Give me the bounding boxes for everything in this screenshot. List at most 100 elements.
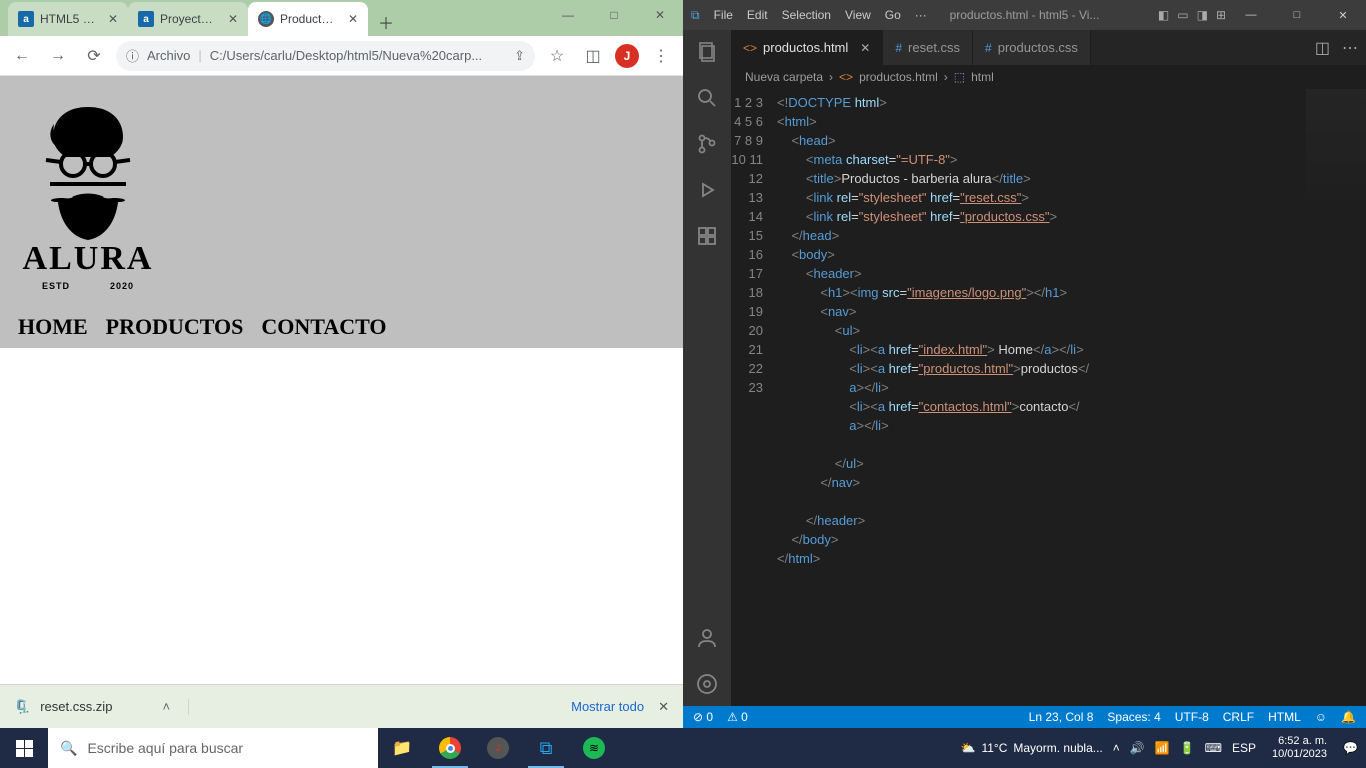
tab-title: Productos - b — [280, 12, 338, 26]
status-spaces[interactable]: Spaces: 4 — [1107, 710, 1160, 724]
file-explorer-icon[interactable]: 📁 — [378, 728, 426, 768]
reload-button[interactable]: ⟳ — [80, 42, 108, 70]
url-prefix: Archivo — [147, 48, 190, 63]
bell-icon[interactable]: 🔔 — [1341, 710, 1356, 724]
status-errors[interactable]: ⊘ 0 — [693, 710, 713, 724]
tab-label: productos.html — [763, 40, 848, 55]
close-downloads-button[interactable]: ✕ — [658, 699, 669, 715]
breadcrumb-folder: Nueva carpeta — [745, 70, 823, 84]
explorer-icon[interactable] — [695, 40, 719, 64]
vscode-app-icon[interactable]: ⧉ — [522, 728, 570, 768]
vscode-icon: ⧉ — [691, 8, 700, 23]
close-icon[interactable]: ✕ — [348, 12, 358, 26]
download-chip[interactable]: 🗜️ reset.css.zip ˄ — [14, 699, 189, 715]
close-button[interactable]: ✕ — [637, 0, 683, 30]
chrome-tabs: a HTML5 y CSS ✕ a Proyecto | HT ✕ 🌐 Prod… — [0, 2, 400, 36]
split-icon[interactable]: ◫ — [1315, 38, 1330, 58]
code-lines[interactable]: <!DOCTYPE html> <html> <head> <meta char… — [777, 89, 1366, 706]
keyboard-icon[interactable]: ⌨ — [1205, 741, 1222, 755]
layout-icon[interactable]: ⊞ — [1216, 8, 1226, 22]
close-icon[interactable]: ✕ — [108, 12, 118, 26]
maximize-button[interactable]: □ — [591, 0, 637, 30]
status-warnings[interactable]: ⚠ 0 — [727, 710, 748, 724]
search-placeholder: Escribe aquí para buscar — [87, 740, 243, 756]
close-icon[interactable]: ✕ — [860, 41, 870, 55]
status-lncol[interactable]: Ln 23, Col 8 — [1029, 710, 1094, 724]
logo-subtitle: ESTD 2020 — [42, 282, 134, 291]
share-icon[interactable]: ⇪ — [514, 48, 525, 64]
editor-tab-reset[interactable]: # reset.css — [883, 30, 973, 65]
nav-productos[interactable]: PRODUCTOS — [106, 316, 244, 338]
menu-file[interactable]: File — [714, 8, 733, 22]
minimap[interactable] — [1306, 89, 1366, 209]
tab-3-active[interactable]: 🌐 Productos - b ✕ — [248, 2, 368, 36]
back-button[interactable]: ← — [8, 42, 36, 70]
minimize-button[interactable]: — — [545, 0, 591, 30]
tab-1[interactable]: a HTML5 y CSS ✕ — [8, 2, 128, 36]
chevron-up-icon[interactable]: ˄ — [162, 699, 170, 714]
wifi-icon[interactable]: 📶 — [1155, 741, 1170, 755]
tab-2[interactable]: a Proyecto | HT ✕ — [128, 2, 248, 36]
editor-tab-productoscss[interactable]: # productos.css — [973, 30, 1091, 65]
spotify-icon[interactable]: ≋ — [570, 728, 618, 768]
tab-label: reset.css — [908, 40, 960, 55]
maximize-button[interactable]: □ — [1274, 0, 1320, 30]
search-icon[interactable] — [695, 86, 719, 110]
editor-tab-productos[interactable]: <> productos.html ✕ — [731, 30, 883, 65]
nav-home[interactable]: HOME — [18, 316, 88, 338]
status-eol[interactable]: CRLF — [1223, 710, 1254, 724]
main-nav: HOME PRODUCTOS CONTACTO — [18, 306, 665, 344]
notifications-icon[interactable]: 💬 — [1343, 741, 1358, 755]
new-tab-button[interactable]: ＋ — [372, 8, 400, 36]
code-editor[interactable]: 1 2 3 4 5 6 7 8 9 10 11 12 13 14 15 16 1… — [731, 89, 1366, 706]
chrome-titlebar: a HTML5 y CSS ✕ a Proyecto | HT ✕ 🌐 Prod… — [0, 0, 683, 36]
menu-icon[interactable]: ⋮ — [647, 42, 675, 70]
close-icon[interactable]: ✕ — [228, 12, 238, 26]
menu-selection[interactable]: Selection — [782, 8, 831, 22]
tray-chevron-icon[interactable]: ˄ — [1113, 741, 1120, 755]
status-feedback[interactable]: ☺ — [1315, 710, 1327, 724]
nav-contacto[interactable]: CONTACTO — [261, 316, 386, 338]
more-icon[interactable]: ⋯ — [1342, 38, 1358, 58]
show-all-button[interactable]: Mostrar todo — [571, 699, 644, 714]
language-indicator[interactable]: ESP — [1232, 741, 1256, 755]
taskbar-search[interactable]: 🔍 Escribe aquí para buscar — [48, 728, 378, 768]
windows-taskbar: 🔍 Escribe aquí para buscar 📁 J ⧉ ≋ ⛅ 11°… — [0, 728, 1366, 768]
extensions-icon[interactable]: ◫ — [579, 42, 607, 70]
address-bar[interactable]: ⓘ Archivo | C:/Users/carlu/Desktop/html5… — [116, 41, 535, 71]
debug-icon[interactable] — [695, 178, 719, 202]
gear-icon[interactable] — [695, 672, 719, 696]
vscode-titlebar: ⧉ File Edit Selection View Go ··· produc… — [683, 0, 1366, 30]
volume-icon[interactable]: 🔊 — [1130, 741, 1145, 755]
chrome-canary-icon[interactable]: J — [474, 728, 522, 768]
chrome-app-icon[interactable] — [426, 728, 474, 768]
menu-edit[interactable]: Edit — [747, 8, 768, 22]
downloads-bar: 🗜️ reset.css.zip ˄ Mostrar todo ✕ — [0, 684, 683, 728]
breadcrumb[interactable]: Nueva carpeta › <> productos.html › ⬚ ht… — [731, 65, 1366, 89]
weather-widget[interactable]: ⛅ 11°C Mayorm. nubla... — [961, 741, 1103, 755]
minimize-button[interactable]: — — [1228, 0, 1274, 30]
forward-button[interactable]: → — [44, 42, 72, 70]
globe-icon: 🌐 — [258, 11, 274, 27]
status-encoding[interactable]: UTF-8 — [1175, 710, 1209, 724]
taskbar-clock[interactable]: 6:52 a. m. 10/01/2023 — [1266, 735, 1333, 761]
close-button[interactable]: ✕ — [1320, 0, 1366, 30]
source-control-icon[interactable] — [695, 132, 719, 156]
menu-more[interactable]: ··· — [915, 8, 927, 22]
menu-view[interactable]: View — [845, 8, 871, 22]
profile-avatar[interactable]: J — [615, 44, 639, 68]
download-filename: reset.css.zip — [40, 699, 112, 714]
extensions-icon[interactable] — [695, 224, 719, 248]
status-lang[interactable]: HTML — [1268, 710, 1301, 724]
star-icon[interactable]: ☆ — [543, 42, 571, 70]
account-icon[interactable] — [695, 626, 719, 650]
layout-icon[interactable]: ◨ — [1197, 8, 1208, 22]
breadcrumb-file: productos.html — [859, 70, 938, 84]
battery-icon[interactable]: 🔋 — [1180, 741, 1195, 755]
taskbar-apps: 📁 J ⧉ ≋ — [378, 728, 618, 768]
menu-go[interactable]: Go — [885, 8, 901, 22]
start-button[interactable] — [0, 728, 48, 768]
layout-icon[interactable]: ◧ — [1158, 8, 1169, 22]
layout-icon[interactable]: ▭ — [1177, 8, 1188, 22]
weather-temp: 11°C — [981, 741, 1007, 755]
